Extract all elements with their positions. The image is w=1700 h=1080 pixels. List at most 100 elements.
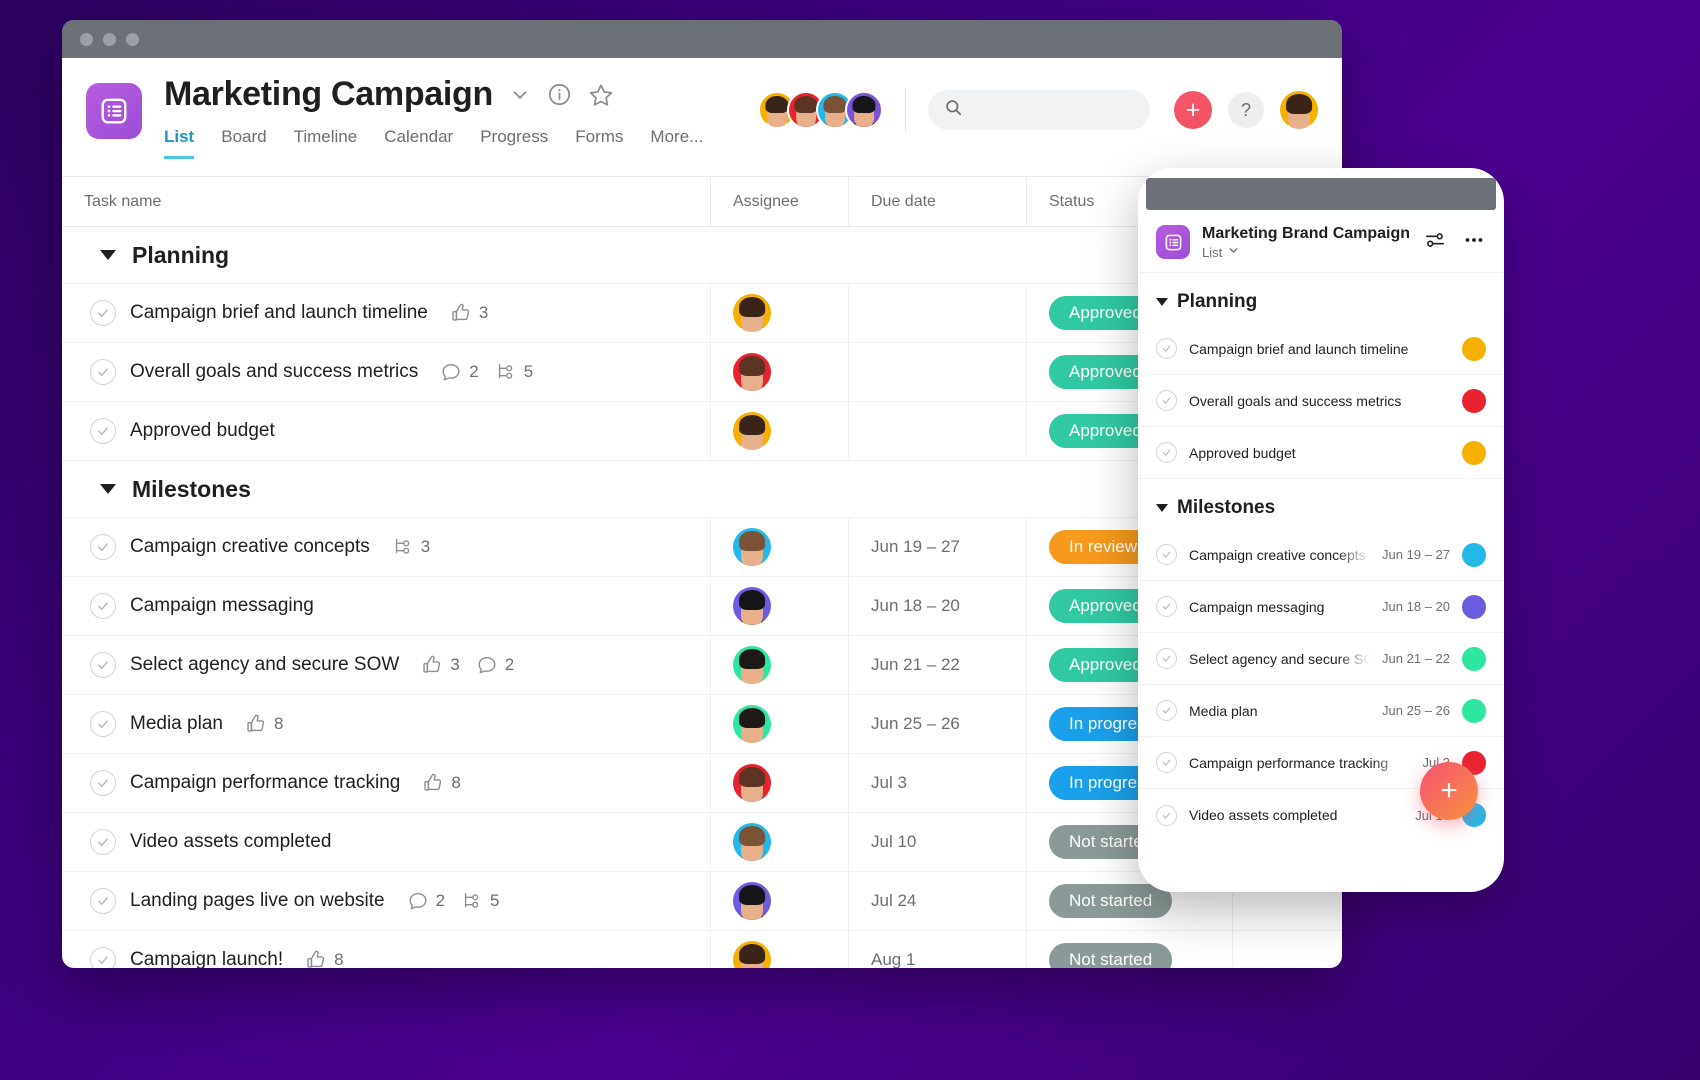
due-date-cell[interactable]: Jul 3 bbox=[848, 754, 1026, 812]
due-date-cell[interactable]: Jun 19 – 27 bbox=[848, 518, 1026, 576]
tab-timeline[interactable]: Timeline bbox=[294, 127, 358, 159]
phone-list-item[interactable]: Approved budget bbox=[1138, 427, 1504, 479]
assignee-cell[interactable] bbox=[710, 577, 848, 635]
status-badge[interactable]: Not started bbox=[1049, 884, 1173, 918]
filter-sliders-icon[interactable] bbox=[1424, 229, 1446, 256]
assignee-avatar[interactable] bbox=[733, 764, 771, 802]
complete-task-checkbox[interactable] bbox=[1156, 442, 1177, 463]
due-date-cell[interactable]: Jun 25 – 26 bbox=[848, 695, 1026, 753]
assignee-cell[interactable] bbox=[710, 284, 848, 342]
member-avatar-group[interactable] bbox=[758, 91, 883, 129]
due-date-cell[interactable]: Jun 21 – 22 bbox=[848, 636, 1026, 694]
current-user-avatar[interactable] bbox=[1280, 91, 1318, 129]
phone-list-item[interactable]: Select agency and secure SOW Jun 21 – 22 bbox=[1138, 633, 1504, 685]
complete-task-checkbox[interactable] bbox=[90, 770, 116, 796]
help-button[interactable]: ? bbox=[1228, 92, 1264, 128]
due-date-cell[interactable]: Jun 18 – 20 bbox=[848, 577, 1026, 635]
collapse-caret-icon[interactable] bbox=[1156, 504, 1168, 512]
complete-task-checkbox[interactable] bbox=[90, 534, 116, 560]
due-date-cell[interactable]: Jul 24 bbox=[848, 872, 1026, 930]
more-horizontal-icon[interactable] bbox=[1462, 228, 1486, 257]
assignee-cell[interactable] bbox=[710, 343, 848, 401]
collapse-caret-icon[interactable] bbox=[100, 250, 116, 260]
due-date-cell[interactable] bbox=[848, 402, 1026, 460]
tab-forms[interactable]: Forms bbox=[575, 127, 623, 159]
tab-more[interactable]: More... bbox=[650, 127, 703, 159]
window-minimize-button[interactable] bbox=[103, 32, 116, 46]
assignee-cell[interactable] bbox=[710, 872, 848, 930]
assignee-avatar[interactable] bbox=[733, 587, 771, 625]
assignee-avatar[interactable] bbox=[733, 528, 771, 566]
phone-view-selector[interactable]: List bbox=[1202, 244, 1410, 260]
phone-list-item[interactable]: Campaign messaging Jun 18 – 20 bbox=[1138, 581, 1504, 633]
complete-task-checkbox[interactable] bbox=[90, 418, 116, 444]
column-header-task-name[interactable]: Task name bbox=[62, 177, 710, 227]
phone-assignee-avatar[interactable] bbox=[1462, 542, 1486, 567]
assignee-avatar[interactable] bbox=[733, 941, 771, 968]
due-date-cell[interactable]: Aug 1 bbox=[848, 931, 1026, 968]
status-badge[interactable]: Not started bbox=[1049, 943, 1173, 968]
complete-task-checkbox[interactable] bbox=[90, 652, 116, 678]
complete-task-checkbox[interactable] bbox=[90, 593, 116, 619]
assignee-cell[interactable] bbox=[710, 695, 848, 753]
complete-task-checkbox[interactable] bbox=[1156, 390, 1177, 411]
complete-task-checkbox[interactable] bbox=[90, 711, 116, 737]
like-count[interactable]: 3 bbox=[450, 302, 488, 324]
comment-count[interactable]: 2 bbox=[407, 890, 445, 912]
subtask-count[interactable]: 5 bbox=[495, 361, 533, 383]
assignee-avatar[interactable] bbox=[733, 353, 771, 391]
star-icon[interactable] bbox=[588, 82, 614, 108]
tab-list[interactable]: List bbox=[164, 127, 195, 160]
column-header-assignee[interactable]: Assignee bbox=[710, 176, 848, 227]
assignee-avatar[interactable] bbox=[733, 823, 771, 861]
complete-task-checkbox[interactable] bbox=[1156, 596, 1177, 617]
assignee-avatar[interactable] bbox=[733, 412, 771, 450]
phone-group-header[interactable]: Planning bbox=[1138, 273, 1504, 323]
complete-task-checkbox[interactable] bbox=[90, 300, 116, 326]
phone-list-item[interactable]: Media plan Jun 25 – 26 bbox=[1138, 685, 1504, 737]
phone-assignee-avatar[interactable] bbox=[1462, 594, 1486, 619]
collapse-caret-icon[interactable] bbox=[100, 484, 116, 494]
like-count[interactable]: 8 bbox=[422, 772, 461, 794]
window-maximize-button[interactable] bbox=[126, 32, 139, 46]
phone-list-item[interactable]: Campaign brief and launch timeline bbox=[1138, 323, 1504, 375]
like-count[interactable]: 8 bbox=[245, 713, 283, 735]
complete-task-checkbox[interactable] bbox=[1156, 544, 1177, 565]
task-name-cell[interactable]: Video assets completed bbox=[62, 813, 710, 871]
task-name-cell[interactable]: Media plan 8 bbox=[62, 695, 710, 753]
comment-count[interactable]: 2 bbox=[440, 361, 479, 383]
complete-task-checkbox[interactable] bbox=[1156, 752, 1177, 773]
window-close-button[interactable] bbox=[80, 32, 93, 46]
complete-task-checkbox[interactable] bbox=[1156, 648, 1177, 669]
tab-board[interactable]: Board bbox=[221, 127, 266, 159]
like-count[interactable]: 3 bbox=[421, 654, 460, 676]
assignee-avatar[interactable] bbox=[733, 705, 771, 743]
task-name-cell[interactable]: Campaign launch! 8 bbox=[62, 931, 710, 968]
collapse-caret-icon[interactable] bbox=[1156, 298, 1168, 306]
complete-task-checkbox[interactable] bbox=[90, 829, 116, 855]
due-date-cell[interactable]: Jul 10 bbox=[848, 813, 1026, 871]
comment-count[interactable]: 2 bbox=[476, 654, 514, 676]
phone-add-task-fab[interactable]: + bbox=[1420, 762, 1478, 820]
phone-assignee-avatar[interactable] bbox=[1462, 440, 1486, 465]
phone-group-header[interactable]: Milestones bbox=[1138, 479, 1504, 529]
search-input[interactable] bbox=[973, 101, 1134, 119]
subtask-count[interactable]: 5 bbox=[461, 890, 500, 912]
extra-cell[interactable] bbox=[1232, 931, 1342, 968]
complete-task-checkbox[interactable] bbox=[1156, 804, 1177, 826]
due-date-cell[interactable] bbox=[848, 343, 1026, 401]
add-button[interactable]: + bbox=[1174, 91, 1212, 129]
task-name-cell[interactable]: Select agency and secure SOW 3 2 bbox=[62, 636, 710, 694]
search-box[interactable] bbox=[928, 90, 1150, 130]
task-name-cell[interactable]: Landing pages live on website 2 5 bbox=[62, 872, 710, 930]
task-name-cell[interactable]: Campaign performance tracking 8 bbox=[62, 754, 710, 812]
phone-list-item[interactable]: Campaign creative concepts Jun 19 – 27 bbox=[1138, 529, 1504, 581]
assignee-avatar[interactable] bbox=[733, 294, 771, 332]
assignee-cell[interactable] bbox=[710, 813, 848, 871]
complete-task-checkbox[interactable] bbox=[1156, 700, 1177, 721]
complete-task-checkbox[interactable] bbox=[90, 888, 116, 914]
table-row[interactable]: Campaign launch! 8 Aug 1 Not started bbox=[62, 931, 1342, 968]
member-4[interactable] bbox=[845, 91, 883, 129]
task-name-cell[interactable]: Approved budget bbox=[62, 402, 710, 460]
complete-task-checkbox[interactable] bbox=[1156, 338, 1177, 359]
